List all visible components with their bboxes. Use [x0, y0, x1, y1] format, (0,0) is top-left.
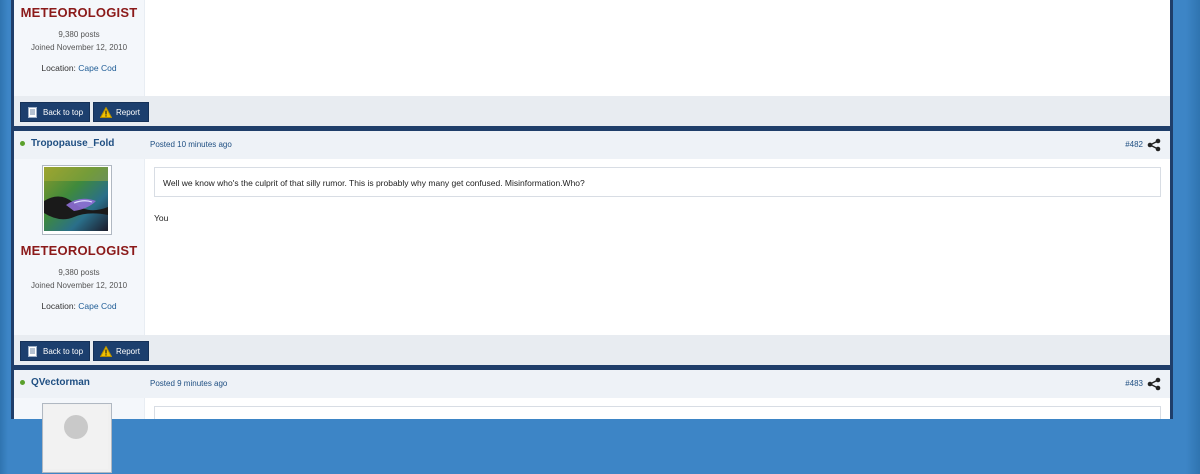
back-to-top-button[interactable]: Back to top [20, 102, 90, 122]
location-label: Location: [41, 63, 76, 73]
location-link[interactable]: Cape Cod [78, 63, 116, 73]
post-483-author-info [14, 398, 145, 473]
location-label: Location: [41, 301, 76, 311]
document-icon [26, 106, 39, 119]
quoted-text: Good try of the CWG. Bully in model or a… [154, 406, 1161, 419]
document-icon [26, 345, 39, 358]
report-button[interactable]: Report [93, 341, 149, 361]
warning-icon [99, 106, 112, 119]
post-482-content: Well we know who's the culprit of that s… [145, 159, 1170, 335]
share-icon[interactable] [1147, 138, 1161, 152]
post-count: 9,380 posts [58, 268, 100, 277]
warning-icon [99, 345, 112, 358]
username-link[interactable]: QVectorman [31, 377, 90, 388]
username-link[interactable]: Tropopause_Fold [31, 138, 114, 149]
report-button[interactable]: Report [93, 102, 149, 122]
join-date: Joined November 12, 2010 [30, 281, 128, 290]
online-status-icon [20, 141, 25, 146]
post-482-controls: Back to top Report [14, 335, 1170, 365]
online-status-icon [20, 380, 25, 385]
post-483-content: Good try of the CWG. Bully in model or a… [145, 398, 1170, 419]
post-482-header: Tropopause_Fold Posted 10 minutes ago #4… [14, 131, 1170, 160]
post-482-author-info: METEOROLOGIST 9,380 posts Joined Novembe… [14, 159, 145, 335]
post-number-link[interactable]: #482 [1125, 140, 1143, 149]
location-link[interactable]: Cape Cod [78, 301, 116, 311]
report-label: Report [116, 346, 141, 356]
member-rank: METEOROLOGIST [20, 5, 138, 20]
post-481-author-info: METEOROLOGIST 9,380 posts Joined Novembe… [14, 0, 145, 96]
location: Location: Cape Cod [14, 301, 144, 311]
post-message: You [154, 213, 169, 223]
back-to-top-label: Back to top [43, 346, 84, 356]
post-number-link[interactable]: #483 [1125, 379, 1143, 388]
post-timestamp[interactable]: Posted 9 minutes ago [150, 379, 227, 388]
join-date: Joined November 12, 2010 [30, 43, 128, 52]
post-482-body: METEOROLOGIST 9,380 posts Joined Novembe… [14, 159, 1170, 335]
share-icon[interactable] [1147, 377, 1161, 391]
member-rank: METEOROLOGIST [20, 243, 138, 258]
back-to-top-label: Back to top [43, 107, 84, 117]
post-483-header: QVectorman Posted 9 minutes ago #483 [14, 370, 1170, 399]
post-483-body: Good try of the CWG. Bully in model or a… [14, 398, 1170, 473]
quoted-text: Well we know who's the culprit of that s… [154, 167, 1161, 197]
avatar[interactable] [42, 403, 112, 473]
post-timestamp[interactable]: Posted 10 minutes ago [150, 140, 232, 149]
post-count: 9,380 posts [58, 30, 100, 39]
post-481-controls: Back to top Report [14, 96, 1170, 126]
post-481-content [145, 0, 1170, 96]
location: Location: Cape Cod [14, 63, 144, 73]
back-to-top-button[interactable]: Back to top [20, 341, 90, 361]
report-label: Report [116, 107, 141, 117]
forum-frame: METEOROLOGIST 9,380 posts Joined Novembe… [11, 0, 1173, 473]
avatar[interactable] [42, 165, 112, 235]
post-481-body: METEOROLOGIST 9,380 posts Joined Novembe… [14, 0, 1170, 96]
